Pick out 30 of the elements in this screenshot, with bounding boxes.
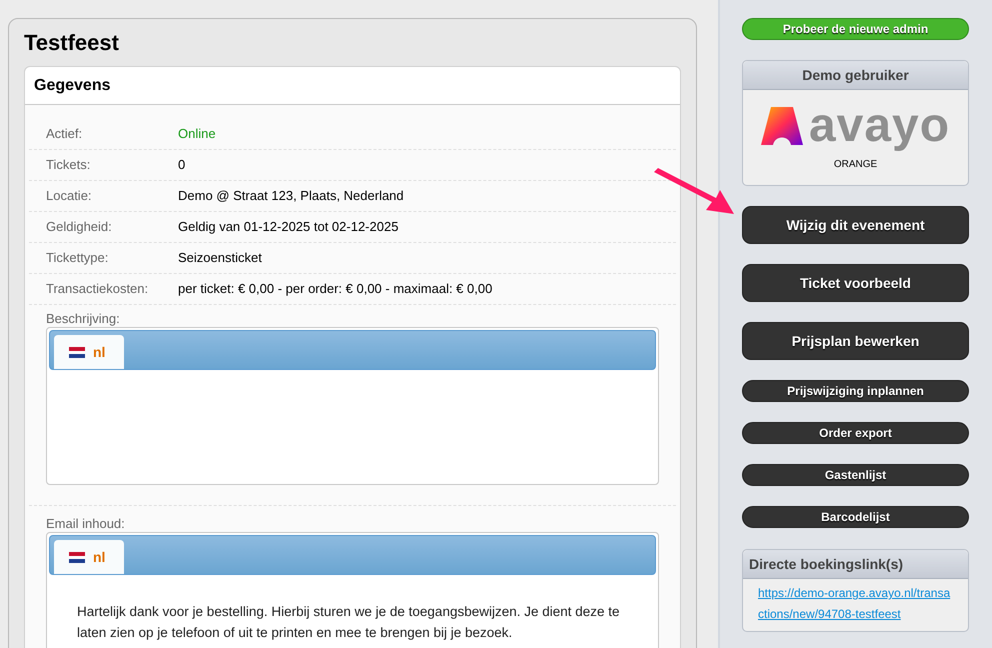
- panel-title: Demo gebruiker: [802, 66, 909, 85]
- logo-mark-icon: [760, 107, 803, 145]
- field-value: Online: [178, 125, 216, 144]
- action-button[interactable]: Barcodelijst: [742, 506, 969, 528]
- field-label: Email inhoud:: [46, 515, 126, 530]
- action-button[interactable]: Gastenlijst: [742, 464, 969, 486]
- field-label: Locatie:: [46, 187, 93, 206]
- action-button[interactable]: Wijzig dit evenement: [742, 206, 969, 244]
- action-button[interactable]: Ticket voorbeeld: [742, 264, 969, 302]
- action-button[interactable]: Order export: [742, 422, 969, 444]
- page-title: Testfeest: [24, 29, 120, 57]
- field-value: 0: [178, 156, 186, 174]
- flag-icon: [69, 346, 85, 358]
- field-value: Geldig van 01-12-2025 tot 02-12-2025: [178, 218, 398, 236]
- email-body-text: Hartelijk dank voor je bestelling. Hierbij sturen we je de toegangsbewijzen. Je dient deze te laten zien op je telefoon of uit te printen en mee te brengen bij je bezoek.: [76, 603, 621, 642]
- field-label: Actief:: [46, 125, 84, 144]
- action-button[interactable]: Prijswijziging inplannen: [742, 380, 969, 402]
- account-name: ORANGE: [834, 158, 878, 172]
- action-button[interactable]: Prijsplan bewerken: [742, 322, 969, 360]
- field-value: Demo @ Straat 123, Plaats, Nederland: [178, 187, 404, 206]
- field-label: Tickets:: [46, 156, 92, 174]
- field-value: per ticket: € 0,00 - per order: € 0,00 - maximaal: € 0,00: [178, 280, 492, 298]
- field-label: Beschrijving:: [46, 310, 121, 325]
- field-label: Tickettype:: [46, 249, 110, 268]
- flag-icon: [69, 552, 85, 562]
- card-title: Gegevens: [34, 76, 110, 96]
- field-label: Geldigheid:: [46, 218, 113, 236]
- panel-title: Directe boekingslink(s): [749, 554, 904, 574]
- field-label: Transactiekosten:: [46, 280, 150, 298]
- field-value: Seizoensticket: [178, 249, 262, 268]
